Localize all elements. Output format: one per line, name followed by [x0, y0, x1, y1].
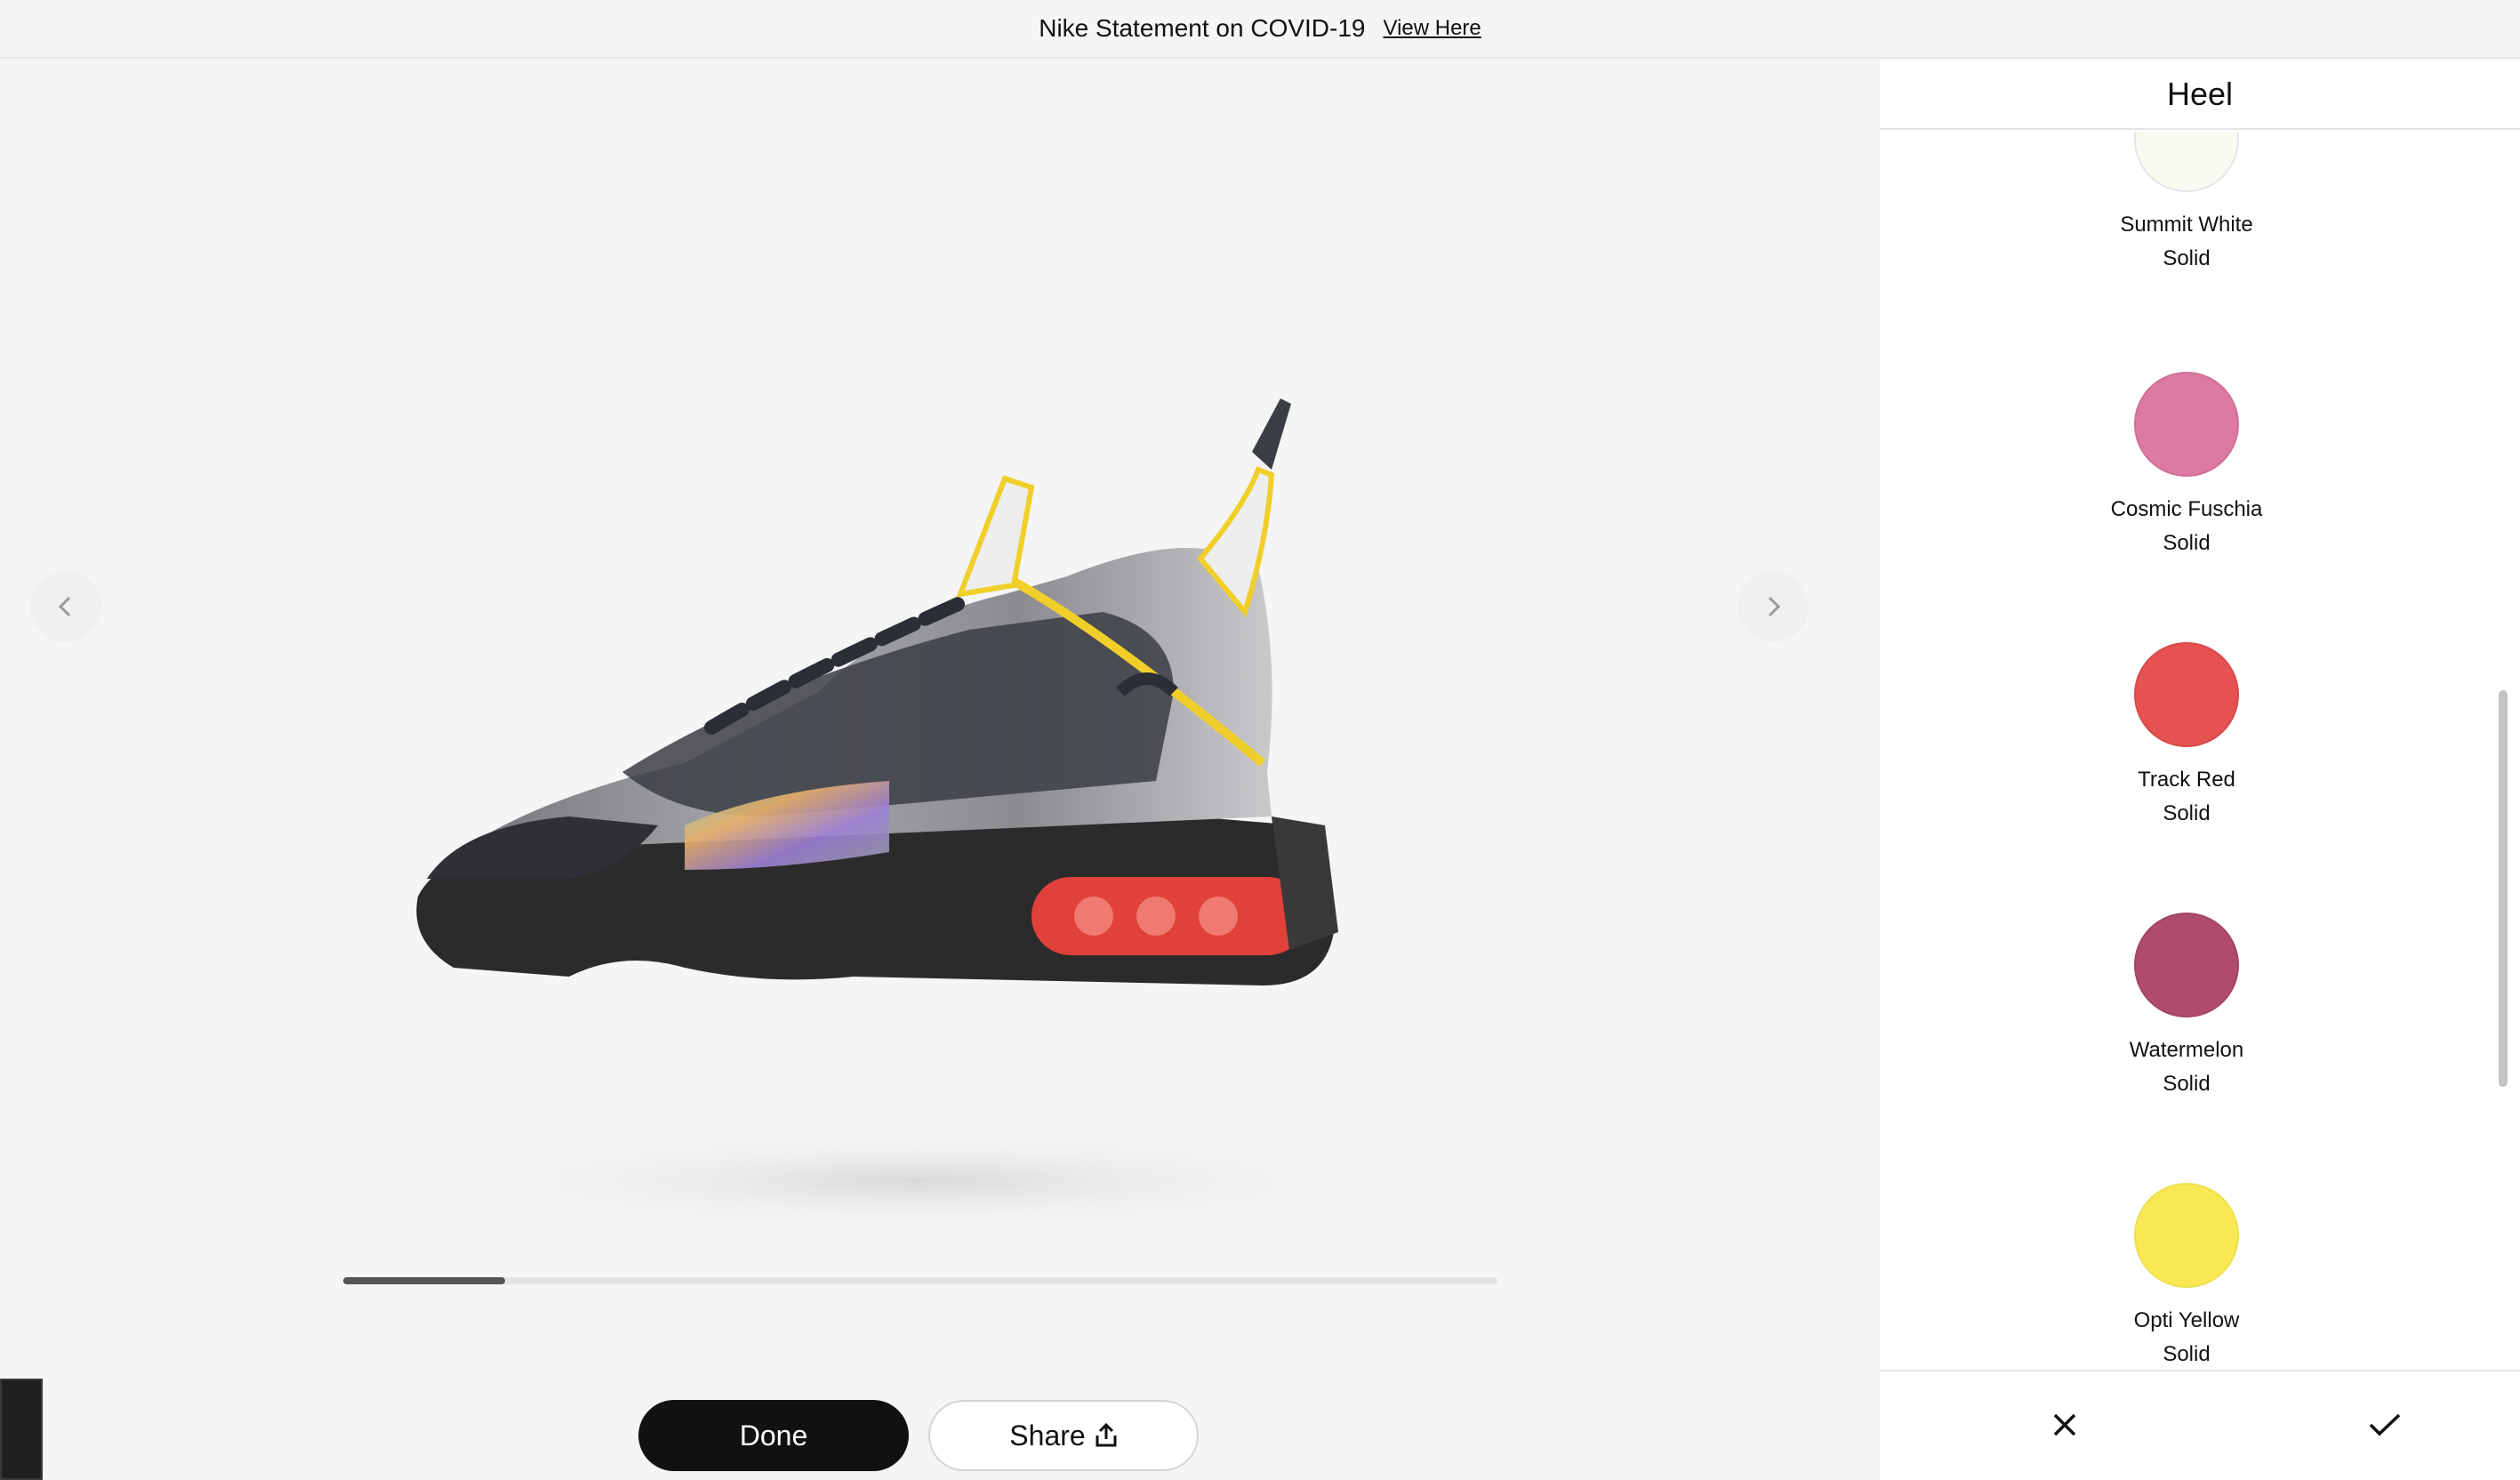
swatch-name: Track Red — [2138, 768, 2235, 792]
checkmark-icon — [2369, 1413, 2401, 1436]
covid-banner: Nike Statement on COVID-19 View Here — [0, 0, 2520, 59]
banner-text: Nike Statement on COVID-19 — [1039, 14, 1366, 42]
swatch-color — [2134, 372, 2239, 477]
panel-footer — [1880, 1370, 2520, 1480]
view-here-link[interactable]: View Here — [1384, 16, 1481, 41]
swatch-name: Summit White — [2120, 213, 2253, 237]
swatch-type: Solid — [2163, 801, 2211, 825]
swatch-name: Opti Yellow — [2133, 1308, 2240, 1332]
swatch-watermelon[interactable]: Watermelon Solid — [1880, 913, 2493, 1098]
swatch-type: Solid — [2163, 531, 2211, 555]
swatch-summit-white[interactable]: Summit White Solid — [1880, 132, 2493, 272]
next-view-button[interactable] — [1738, 571, 1809, 642]
color-panel: Heel Summit White Solid Cosmic Fuschia S… — [1880, 60, 2520, 1480]
view-progress-bar[interactable] — [343, 1277, 1497, 1284]
swatch-color — [2134, 913, 2239, 1017]
view-progress-fill — [343, 1277, 505, 1284]
cancel-button[interactable] — [2036, 1396, 2093, 1453]
product-viewer: Done Share — [0, 60, 1880, 1480]
chevron-right-icon — [1768, 596, 1781, 617]
swatch-type: Solid — [2163, 1072, 2211, 1096]
swatch-color — [2134, 1183, 2239, 1288]
share-button[interactable]: Share — [928, 1400, 1199, 1471]
done-button[interactable]: Done — [638, 1400, 909, 1471]
swatch-color — [2134, 642, 2239, 747]
swatch-list[interactable]: Summit White Solid Cosmic Fuschia Solid … — [1880, 132, 2502, 1430]
done-label: Done — [739, 1419, 808, 1452]
swatch-name: Cosmic Fuschia — [2110, 497, 2263, 521]
swatch-opti-yellow[interactable]: Opti Yellow Solid — [1880, 1183, 2493, 1368]
confirm-button[interactable] — [2356, 1396, 2413, 1453]
shoe-image[interactable] — [391, 398, 1458, 1252]
swatch-cosmic-fuschia[interactable]: Cosmic Fuschia Solid — [1880, 372, 2493, 557]
corner-overlay — [0, 1379, 43, 1480]
swatch-type: Solid — [2163, 1342, 2211, 1366]
panel-title: Heel — [1880, 60, 2520, 130]
chevron-left-icon — [58, 596, 71, 617]
close-icon — [2053, 1413, 2076, 1436]
swatch-name: Watermelon — [2129, 1038, 2244, 1062]
panel-scrollbar[interactable] — [2499, 690, 2508, 1087]
swatch-track-red[interactable]: Track Red Solid — [1880, 642, 2493, 827]
previous-view-button[interactable] — [30, 571, 101, 642]
share-icon — [1095, 1423, 1117, 1447]
swatch-type: Solid — [2163, 246, 2211, 270]
swatch-color — [2134, 132, 2239, 192]
share-label: Share — [1009, 1419, 1086, 1452]
